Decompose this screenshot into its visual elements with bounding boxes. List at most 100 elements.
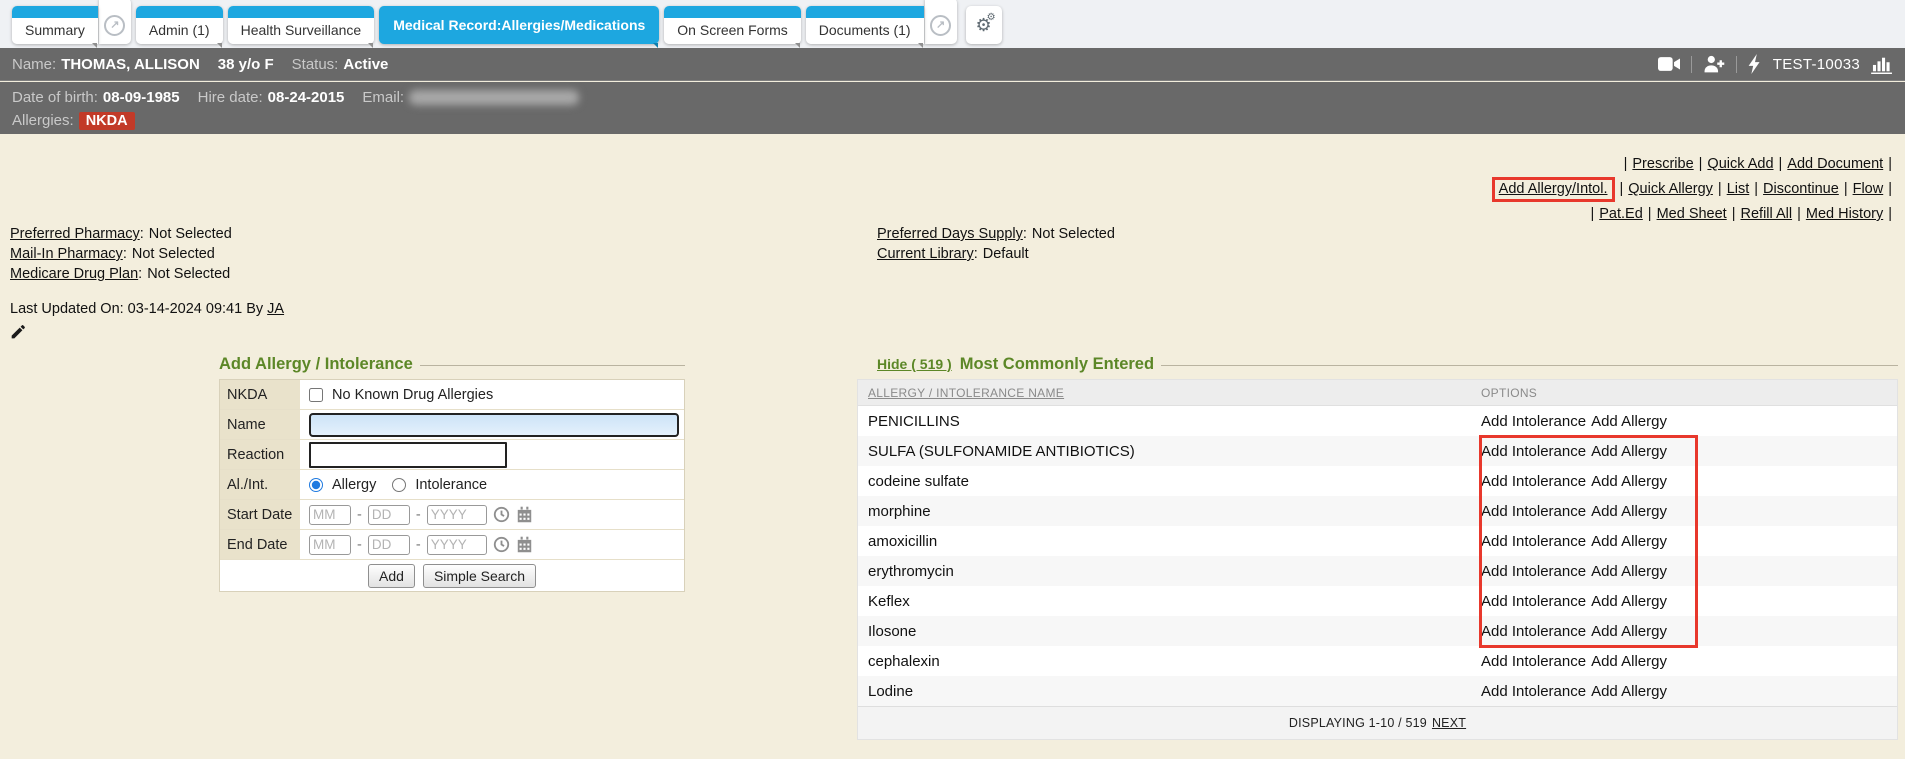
patient-dob: 08-09-1985 <box>103 89 180 106</box>
chart-icon[interactable] <box>1871 55 1893 74</box>
add-person-icon[interactable] <box>1703 55 1725 73</box>
add-allergy-intol-link[interactable]: Add Allergy/Intol. <box>1492 177 1615 202</box>
action-link[interactable]: Quick Add <box>1707 156 1773 172</box>
add-intolerance-link[interactable]: Add Intolerance <box>1481 683 1586 700</box>
add-intolerance-link[interactable]: Add Intolerance <box>1481 653 1586 670</box>
nkda-checkbox[interactable] <box>309 388 323 402</box>
pipe-separator <box>1774 156 1788 172</box>
reaction-input[interactable] <box>309 442 507 468</box>
add-allergy-link[interactable]: Add Allergy <box>1591 653 1667 670</box>
documents-popout-button[interactable]: ↗ <box>925 0 957 44</box>
add-intolerance-link[interactable]: Add Intolerance <box>1481 473 1586 490</box>
start-month-input[interactable] <box>309 505 351 525</box>
action-link[interactable]: Pat.Ed <box>1599 206 1643 222</box>
pharmacy-value: Not Selected <box>149 226 232 242</box>
add-allergy-link[interactable]: Add Allergy <box>1591 623 1667 640</box>
allergy-name-input[interactable] <box>309 413 679 437</box>
add-intolerance-link[interactable]: Add Intolerance <box>1481 593 1586 610</box>
tab-summary[interactable]: Summary <box>12 6 98 44</box>
pharmacy-link[interactable]: Mail-In Pharmacy <box>10 246 123 262</box>
allergy-name-cell: erythromycin <box>858 563 1481 580</box>
action-link[interactable]: Refill All <box>1741 206 1793 222</box>
allergies-label: Allergies: <box>12 112 74 129</box>
edit-pencil-icon[interactable] <box>10 324 26 344</box>
action-link[interactable]: Med History <box>1806 206 1883 222</box>
action-link[interactable]: List <box>1727 181 1750 197</box>
form-legend-title: Add Allergy / Intolerance <box>219 355 413 374</box>
radio-intolerance[interactable] <box>392 478 406 492</box>
action-link[interactable]: Quick Allergy <box>1628 181 1713 197</box>
action-link[interactable]: Discontinue <box>1763 181 1839 197</box>
add-allergy-link[interactable]: Add Allergy <box>1591 533 1667 550</box>
tab-health-surveillance[interactable]: Health Surveillance <box>228 6 375 44</box>
hide-count-link[interactable]: Hide ( 519 ) <box>877 356 952 372</box>
clock-icon[interactable] <box>493 536 510 553</box>
end-day-input[interactable] <box>368 535 410 555</box>
column-header-allergy-name: ALLERGY / INTOLERANCE NAME <box>858 386 1481 400</box>
add-intolerance-link[interactable]: Add Intolerance <box>1481 503 1586 520</box>
pipe-separator <box>1615 181 1629 197</box>
add-intolerance-link[interactable]: Add Intolerance <box>1481 533 1586 550</box>
nkda-checkbox-label: No Known Drug Allergies <box>332 387 493 403</box>
add-button[interactable]: Add <box>368 564 415 588</box>
start-year-input[interactable] <box>427 505 487 525</box>
pharmacy-link[interactable]: Preferred Pharmacy <box>10 226 140 242</box>
add-allergy-link[interactable]: Add Allergy <box>1591 503 1667 520</box>
radio-intolerance-label: Intolerance <box>415 477 487 493</box>
end-month-input[interactable] <box>309 535 351 555</box>
add-allergy-link[interactable]: Add Allergy <box>1591 593 1667 610</box>
action-link[interactable]: Add Document <box>1787 156 1883 172</box>
table-row: PENICILLINS Add Intolerance Add Allergy <box>858 406 1897 436</box>
add-intolerance-link[interactable]: Add Intolerance <box>1481 563 1586 580</box>
clock-icon[interactable] <box>493 506 510 523</box>
add-allergy-link[interactable]: Add Allergy <box>1591 683 1667 700</box>
legend-line <box>420 365 685 366</box>
options-cell: Add Intolerance Add Allergy <box>1481 593 1897 610</box>
lightning-icon[interactable] <box>1748 54 1762 74</box>
add-allergy-link[interactable]: Add Allergy <box>1591 413 1667 430</box>
alint-row-label: Al./Int. <box>220 470 300 499</box>
next-page-link[interactable]: NEXT <box>1432 716 1466 730</box>
table-body: PENICILLINS Add Intolerance Add Allergy … <box>858 406 1897 706</box>
calendar-icon[interactable] <box>516 506 533 523</box>
summary-popout-button[interactable]: ↗ <box>99 0 131 44</box>
form-row-name: Name <box>220 410 684 440</box>
add-intolerance-link[interactable]: Add Intolerance <box>1481 413 1586 430</box>
add-intolerance-link[interactable]: Add Intolerance <box>1481 443 1586 460</box>
options-cell: Add Intolerance Add Allergy <box>1481 563 1897 580</box>
start-day-input[interactable] <box>368 505 410 525</box>
table-row: morphine Add Intolerance Add Allergy <box>858 496 1897 526</box>
action-link[interactable]: Prescribe <box>1632 156 1693 172</box>
last-updated-by-link[interactable]: JA <box>267 301 284 317</box>
tab-medical-record[interactable]: Medical Record:Allergies/Medications <box>379 6 659 44</box>
end-year-input[interactable] <box>427 535 487 555</box>
allergy-name-cell: SULFA (SULFONAMIDE ANTIBIOTICS) <box>858 443 1481 460</box>
pipe-separator <box>1839 181 1853 197</box>
tab-documents[interactable]: Documents (1) <box>806 6 924 44</box>
action-link[interactable]: Flow <box>1853 181 1884 197</box>
add-intolerance-link[interactable]: Add Intolerance <box>1481 623 1586 640</box>
supply-link[interactable]: Current Library <box>877 246 974 262</box>
add-allergy-link[interactable]: Add Allergy <box>1591 563 1667 580</box>
video-camera-icon[interactable] <box>1658 56 1680 72</box>
action-link[interactable]: Med Sheet <box>1657 206 1727 222</box>
calendar-icon[interactable] <box>516 536 533 553</box>
table-row: erythromycin Add Intolerance Add Allergy <box>858 556 1897 586</box>
pharmacy-link[interactable]: Medicare Drug Plan <box>10 266 138 282</box>
common-allergies-table: ALLERGY / INTOLERANCE NAME OPTIONS PENIC… <box>857 379 1898 740</box>
tab-on-screen-forms[interactable]: On Screen Forms <box>664 6 800 44</box>
settings-button[interactable]: ⚙ ⚙ <box>966 6 1002 44</box>
colon <box>974 246 983 262</box>
radio-allergy[interactable] <box>309 478 323 492</box>
form-row-nkda: NKDA No Known Drug Allergies <box>220 380 684 410</box>
allergy-name-sort-link[interactable]: ALLERGY / INTOLERANCE NAME <box>868 386 1064 400</box>
pipe-separator <box>1792 206 1806 222</box>
add-allergy-link[interactable]: Add Allergy <box>1591 443 1667 460</box>
supply-info-row: Current LibraryDefault <box>877 244 1115 264</box>
simple-search-button[interactable]: Simple Search <box>423 564 536 588</box>
add-allergy-link[interactable]: Add Allergy <box>1591 473 1667 490</box>
tab-admin[interactable]: Admin (1) <box>136 6 223 44</box>
pipe-separator <box>1643 206 1657 222</box>
supply-link[interactable]: Preferred Days Supply <box>877 226 1023 242</box>
table-row: cephalexin Add Intolerance Add Allergy <box>858 646 1897 676</box>
